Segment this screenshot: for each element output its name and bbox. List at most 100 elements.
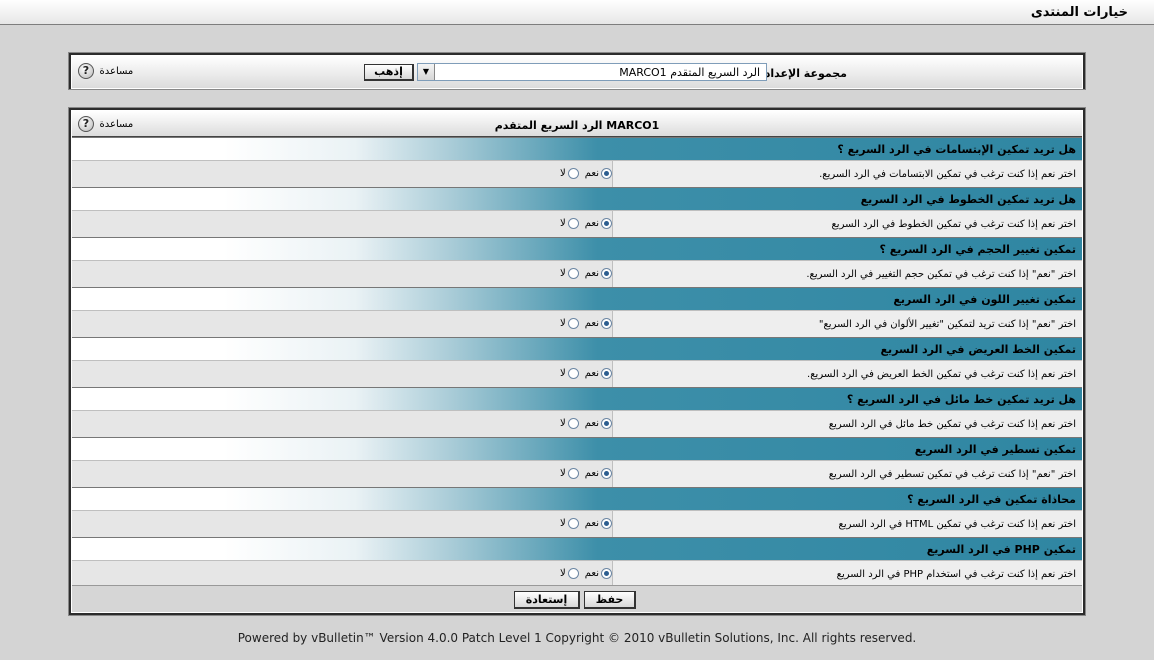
option-section: تمكين الخط العريض في الرد السريع اختر نعم… xyxy=(72,337,1082,388)
option-description: اختر "نعم" إذا كنت ترغب في تمكين تسطير ف… xyxy=(828,469,1076,480)
no-radio[interactable] xyxy=(567,418,579,429)
no-radio[interactable] xyxy=(567,468,579,479)
yes-radio[interactable] xyxy=(601,218,612,229)
no-radio[interactable] xyxy=(567,318,579,329)
option-question: هل تريد تمكين خط مائل في الرد السريع ؟ xyxy=(846,393,1076,406)
yes-radio[interactable] xyxy=(601,568,612,579)
option-question: هل تريد تمكين الإبتسامات في الرد السريع … xyxy=(837,143,1076,156)
help-label[interactable]: مساعدة xyxy=(100,119,134,130)
option-section: تمكين تسطير في الرد السريع اختر "نعم" إذا… xyxy=(72,437,1082,488)
option-section: هل تريد تمكين الخطوط في الرد السريع اختر … xyxy=(72,187,1082,238)
no-label[interactable]: لا xyxy=(560,318,566,329)
option-description-cell: اختر نعم إذا كنت ترغب في استخدام PHP في … xyxy=(612,561,1082,588)
options-inner: MARCO1 الرد السريع المتقدم ? مساعدة هل ت… xyxy=(71,110,1083,613)
yes-radio[interactable] xyxy=(601,518,612,529)
yes-no-radio-group: نعم لا xyxy=(522,468,612,482)
no-radio[interactable] xyxy=(567,368,579,379)
option-description: اختر نعم إذا كنت ترغب في تمكين الخطوط في… xyxy=(831,219,1076,230)
option-description: اختر نعم إذا كنت ترغب في استخدام PHP في … xyxy=(836,569,1076,580)
option-section: تمكين تغيير الحجم في الرد السريع ؟ اختر "… xyxy=(72,237,1082,288)
setting-group-label: مجموعة الإعداد xyxy=(764,67,847,80)
yes-radio[interactable] xyxy=(601,468,612,479)
options-box: MARCO1 الرد السريع المتقدم ? مساعدة هل ت… xyxy=(68,107,1086,616)
options-help-link[interactable]: ? مساعدة xyxy=(78,116,133,134)
option-question-row: هل تريد تمكين خط مائل في الرد السريع ؟ xyxy=(72,387,1082,410)
no-radio[interactable] xyxy=(567,268,579,279)
option-description: اختر نعم إذا كنت ترغب في تمكين خط مائل ف… xyxy=(828,419,1076,430)
yes-label[interactable]: نعم xyxy=(585,318,599,329)
yes-no-radio-group: نعم لا xyxy=(522,318,612,332)
option-question-row: هل تريد تمكين الخطوط في الرد السريع xyxy=(72,187,1082,210)
no-radio[interactable] xyxy=(567,518,579,529)
no-label[interactable]: لا xyxy=(560,468,566,479)
yes-radio[interactable] xyxy=(601,368,612,379)
chevron-down-icon[interactable]: ▼ xyxy=(418,64,435,80)
option-description: اختر نعم إذا كنت ترغب في تمكين HTML في ا… xyxy=(838,519,1076,530)
no-radio[interactable] xyxy=(567,168,579,179)
no-label[interactable]: لا xyxy=(560,268,566,279)
option-question: تمكين تغيير الحجم في الرد السريع ؟ xyxy=(879,243,1077,256)
option-answer-row: اختر نعم إذا كنت ترغب في تمكين HTML في ا… xyxy=(72,510,1082,538)
option-answer-row: اختر "نعم" إذا كنت ترغب في تمكين تسطير ف… xyxy=(72,460,1082,488)
yes-radio[interactable] xyxy=(601,318,612,329)
option-section: تمكين PHP في الرد السريع اختر نعم إذا كنت… xyxy=(72,537,1082,588)
yes-radio[interactable] xyxy=(601,268,612,279)
option-answer-row: اختر نعم إذا كنت ترغب في تمكين الابتساما… xyxy=(72,160,1082,188)
copyright-text: Powered by vBulletin™ Version 4.0.0 Patc… xyxy=(237,631,917,645)
yes-label[interactable]: نعم xyxy=(585,268,599,279)
option-question-row: تمكين تغيير الحجم في الرد السريع ؟ xyxy=(72,237,1082,260)
no-radio[interactable] xyxy=(567,568,579,579)
option-description: اختر نعم إذا كنت ترغب في تمكين الابتساما… xyxy=(819,169,1076,180)
yes-no-radio-group: نعم لا xyxy=(522,268,612,282)
yes-radio[interactable] xyxy=(601,168,612,179)
option-section: هل تريد تمكين خط مائل في الرد السريع ؟ اخ… xyxy=(72,387,1082,438)
option-answer-row: اختر "نعم" إذا كنت تريد لتمكين "تغيير ال… xyxy=(72,310,1082,338)
options-title: MARCO1 الرد السريع المتقدم xyxy=(494,119,660,132)
yes-label[interactable]: نعم xyxy=(585,468,599,479)
yes-label[interactable]: نعم xyxy=(585,568,599,579)
setting-group-select[interactable]: MARCO1 الرد السريع المتقدم ▼ xyxy=(417,63,767,81)
yes-label[interactable]: نعم xyxy=(585,418,599,429)
restore-button[interactable]: إستعادة xyxy=(514,591,580,609)
no-label[interactable]: لا xyxy=(560,168,566,179)
option-question-row: محاذاة تمكين في الرد السريع ؟ xyxy=(72,487,1082,510)
option-description-cell: اختر نعم إذا كنت ترغب في تمكين الابتساما… xyxy=(612,161,1082,188)
no-label[interactable]: لا xyxy=(560,518,566,529)
help-icon[interactable]: ? xyxy=(78,116,94,132)
option-section: محاذاة تمكين في الرد السريع ؟ اختر نعم إذ… xyxy=(72,487,1082,538)
no-label[interactable]: لا xyxy=(560,418,566,429)
no-label[interactable]: لا xyxy=(560,368,566,379)
options-list: هل تريد تمكين الإبتسامات في الرد السريع … xyxy=(72,137,1082,588)
help-label[interactable]: مساعدة xyxy=(100,66,134,77)
save-button[interactable]: حفظ xyxy=(584,591,636,609)
option-question: تمكين تغيير اللون في الرد السريع xyxy=(893,293,1076,306)
yes-label[interactable]: نعم xyxy=(585,168,599,179)
yes-no-radio-group: نعم لا xyxy=(522,568,612,582)
yes-label[interactable]: نعم xyxy=(585,518,599,529)
yes-label[interactable]: نعم xyxy=(585,368,599,379)
option-description-cell: اختر نعم إذا كنت ترغب في تمكين HTML في ا… xyxy=(612,511,1082,538)
option-question: تمكين تسطير في الرد السريع xyxy=(914,443,1076,456)
option-answer-row: اختر "نعم" إذا كنت ترغب في تمكين حجم الت… xyxy=(72,260,1082,288)
option-section: تمكين تغيير اللون في الرد السريع اختر "نع… xyxy=(72,287,1082,338)
go-button[interactable]: إذهب xyxy=(364,64,414,81)
option-question-row: تمكين الخط العريض في الرد السريع xyxy=(72,337,1082,360)
help-icon[interactable]: ? xyxy=(78,63,94,79)
yes-label[interactable]: نعم xyxy=(585,218,599,229)
option-question-row: تمكين تغيير اللون في الرد السريع xyxy=(72,287,1082,310)
no-label[interactable]: لا xyxy=(560,218,566,229)
option-description-cell: اختر نعم إذا كنت ترغب في تمكين خط مائل ف… xyxy=(612,411,1082,438)
option-description-cell: اختر "نعم" إذا كنت ترغب في تمكين تسطير ف… xyxy=(612,461,1082,488)
no-radio[interactable] xyxy=(567,218,579,229)
page-title: خيارات المنتدى xyxy=(1030,5,1128,20)
page-header: خيارات المنتدى xyxy=(0,0,1154,25)
option-answer-row: اختر نعم إذا كنت ترغب في تمكين خط مائل ف… xyxy=(72,410,1082,438)
no-label[interactable]: لا xyxy=(560,568,566,579)
options-header: MARCO1 الرد السريع المتقدم ? مساعدة xyxy=(72,111,1082,137)
option-question: محاذاة تمكين في الرد السريع ؟ xyxy=(907,493,1076,506)
setting-group-box: مجموعة الإعداد MARCO1 الرد السريع المتقد… xyxy=(68,52,1086,90)
help-link[interactable]: ? مساعدة xyxy=(78,63,133,81)
yes-radio[interactable] xyxy=(601,418,612,429)
form-buttons-bar: حفظ إستعادة xyxy=(72,585,1082,612)
setting-group-selected-value: MARCO1 الرد السريع المتقدم xyxy=(619,66,760,79)
